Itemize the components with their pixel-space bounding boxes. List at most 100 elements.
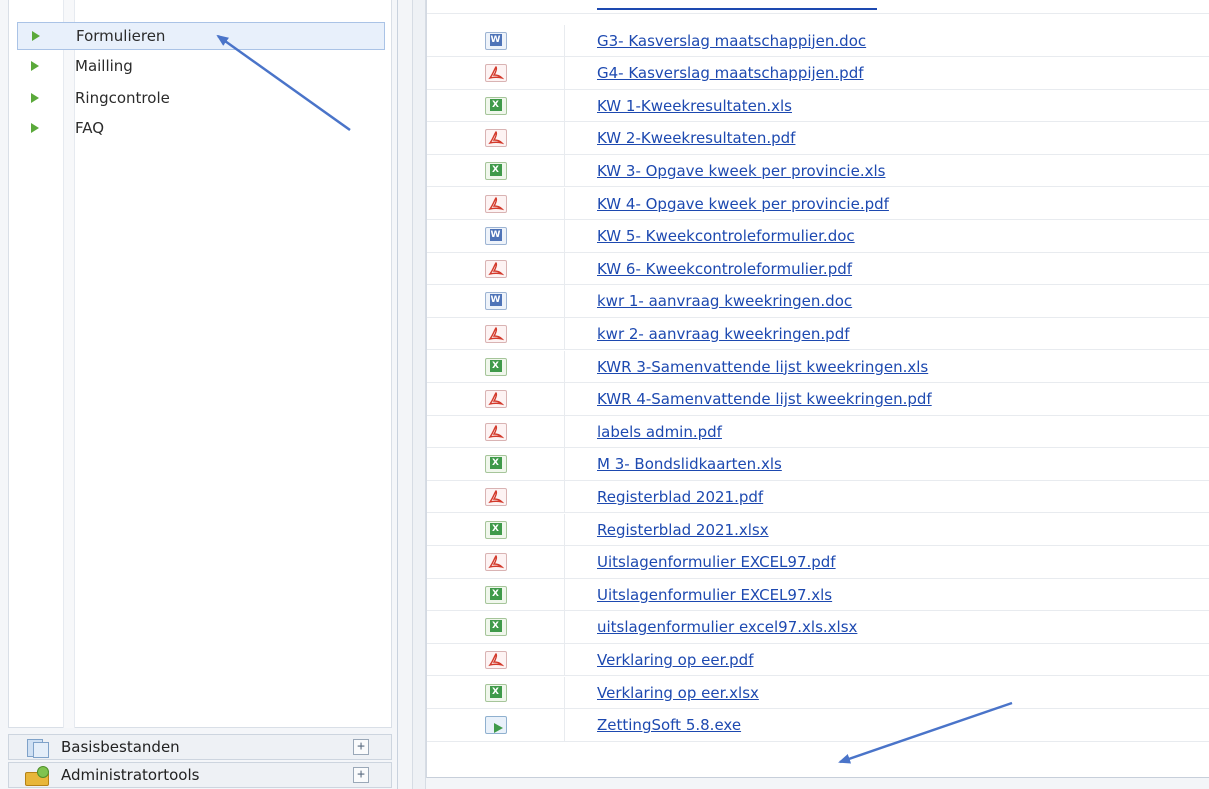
file-link[interactable]: KW 5- Kweekcontroleformulier.doc	[597, 227, 855, 245]
file-row[interactable]: Verklaring op eer.xlsx	[427, 676, 1209, 709]
splitter-gutter[interactable]	[412, 0, 426, 789]
file-icon-cell	[427, 57, 565, 90]
file-link[interactable]: Uitslagenformulier EXCEL97.xls	[597, 586, 832, 604]
exe-file-icon[interactable]	[484, 716, 507, 735]
file-icon-cell	[427, 611, 565, 644]
file-link[interactable]: G4- Kasverslag maatschappijen.pdf	[597, 64, 864, 82]
file-icon-cell	[427, 709, 565, 742]
xls-file-icon[interactable]	[484, 161, 507, 180]
pdf-file-icon[interactable]	[484, 390, 507, 409]
pdf-file-icon[interactable]	[484, 64, 507, 83]
file-link[interactable]: Uitslagenformulier EXCEL97.pdf	[597, 553, 836, 571]
file-link[interactable]: Registerblad 2021.xlsx	[597, 521, 769, 539]
sidebar-item-label: FAQ	[75, 119, 105, 137]
doc-file-icon[interactable]	[484, 227, 507, 246]
file-icon-cell	[427, 350, 565, 383]
file-link[interactable]: ZettingSoft 5.8.exe	[597, 716, 741, 734]
file-row[interactable]: ZettingSoft 5.8.exe	[427, 709, 1209, 742]
expand-arrow-icon[interactable]	[31, 61, 39, 71]
xls-file-icon[interactable]	[484, 683, 507, 702]
file-row[interactable]: G4- Kasverslag maatschappijen.pdf	[427, 57, 1209, 90]
xls-file-icon[interactable]	[484, 357, 507, 376]
file-row[interactable]: KW 6- Kweekcontroleformulier.pdf	[427, 252, 1209, 286]
xls-file-icon[interactable]	[484, 585, 507, 604]
file-icon-cell	[427, 154, 565, 187]
xls-file-icon[interactable]	[484, 618, 507, 637]
panel-basisbestanden[interactable]: Basisbestanden +	[8, 734, 392, 760]
xls-file-icon[interactable]	[484, 455, 507, 474]
pdf-file-icon[interactable]	[484, 650, 507, 669]
file-row[interactable]: KW 2-Kweekresultaten.pdf	[427, 122, 1209, 155]
file-row[interactable]: Verklaring op eer.pdf	[427, 643, 1209, 677]
sidebar-item-ringcontrole[interactable]: Ringcontrole	[17, 84, 385, 112]
file-link[interactable]: G3- Kasverslag maatschappijen.doc	[597, 32, 866, 50]
file-row[interactable]: M 3- Bondslidkaarten.xls	[427, 448, 1209, 481]
xls-file-icon[interactable]	[484, 520, 507, 539]
main-content: G3- Kasverslag maatschappijen.doc G4- Kas…	[398, 0, 1209, 789]
file-icon-cell	[427, 383, 565, 416]
pdf-file-icon[interactable]	[484, 129, 507, 148]
file-link[interactable]: labels admin.pdf	[597, 423, 722, 441]
expand-plus-icon[interactable]: +	[353, 739, 369, 755]
file-icon-cell	[427, 252, 565, 285]
file-row[interactable]: KWR 3-Samenvattende lijst kweekringen.xl…	[427, 350, 1209, 383]
expand-arrow-icon[interactable]	[31, 123, 39, 133]
file-row[interactable]: labels admin.pdf	[427, 415, 1209, 449]
sidebar-item-faq[interactable]: FAQ	[17, 114, 385, 142]
xls-file-icon[interactable]	[484, 96, 507, 115]
file-link[interactable]: Verklaring op eer.pdf	[597, 651, 753, 669]
file-row[interactable]: KW 3- Opgave kweek per provincie.xls	[427, 154, 1209, 188]
file-link[interactable]: KW 2-Kweekresultaten.pdf	[597, 129, 795, 147]
app-window: Formulieren Mailling Ringcontrole FAQ Ba…	[0, 0, 1209, 789]
file-row[interactable]: kwr 1- aanvraag kweekringen.doc	[427, 285, 1209, 318]
file-icon-cell	[427, 578, 565, 611]
file-row[interactable]: KW 5- Kweekcontroleformulier.doc	[427, 220, 1209, 253]
file-link[interactable]: uitslagenformulier excel97.xls.xlsx	[597, 618, 857, 636]
file-link[interactable]: KWR 4-Samenvattende lijst kweekringen.pd…	[597, 390, 932, 408]
file-link[interactable]: KWR 3-Samenvattende lijst kweekringen.xl…	[597, 358, 928, 376]
file-row[interactable]: KW 1-Kweekresultaten.xls	[427, 89, 1209, 123]
pdf-file-icon[interactable]	[484, 324, 507, 343]
pdf-file-icon[interactable]	[484, 259, 507, 278]
file-row[interactable]: kwr 2- aanvraag kweekringen.pdf	[427, 317, 1209, 351]
file-row[interactable]: KW 4- Opgave kweek per provincie.pdf	[427, 187, 1209, 220]
file-link[interactable]: M 3- Bondslidkaarten.xls	[597, 455, 782, 473]
file-row[interactable]: Uitslagenformulier EXCEL97.xls	[427, 578, 1209, 612]
sidebar-item-mailling[interactable]: Mailling	[17, 52, 385, 80]
pdf-file-icon[interactable]	[484, 194, 507, 213]
file-row[interactable]: G3- Kasverslag maatschappijen.doc	[427, 24, 1209, 57]
doc-file-icon[interactable]	[484, 31, 507, 50]
file-icon-cell	[427, 24, 565, 57]
file-icon-cell	[427, 415, 565, 448]
file-row[interactable]: Uitslagenformulier EXCEL97.pdf	[427, 546, 1209, 579]
file-link[interactable]: KW 3- Opgave kweek per provincie.xls	[597, 162, 885, 180]
file-icon-cell	[427, 546, 565, 579]
sidebar-item-label: Mailling	[75, 57, 133, 75]
file-icon-cell	[427, 513, 565, 546]
file-link[interactable]: kwr 2- aanvraag kweekringen.pdf	[597, 325, 850, 343]
file-row-partial	[427, 0, 1209, 14]
pdf-file-icon[interactable]	[484, 553, 507, 572]
file-link[interactable]: Verklaring op eer.xlsx	[597, 684, 759, 702]
doc-file-icon[interactable]	[484, 292, 507, 311]
file-row[interactable]: uitslagenformulier excel97.xls.xlsx	[427, 611, 1209, 644]
expand-arrow-icon[interactable]	[31, 93, 39, 103]
file-link[interactable]: Registerblad 2021.pdf	[597, 488, 763, 506]
panel-label: Administratortools	[61, 766, 200, 784]
pdf-file-icon[interactable]	[484, 487, 507, 506]
expand-plus-icon[interactable]: +	[353, 767, 369, 783]
file-list: G3- Kasverslag maatschappijen.doc G4- Kas…	[426, 0, 1209, 778]
sidebar-item-formulieren[interactable]: Formulieren	[17, 22, 385, 50]
file-row[interactable]: KWR 4-Samenvattende lijst kweekringen.pd…	[427, 383, 1209, 416]
file-link[interactable]: KW 6- Kweekcontroleformulier.pdf	[597, 260, 852, 278]
file-row[interactable]: Registerblad 2021.xlsx	[427, 513, 1209, 546]
file-icon-cell	[427, 676, 565, 709]
panel-administratortools[interactable]: Administratortools +	[8, 762, 392, 788]
file-row[interactable]: Registerblad 2021.pdf	[427, 480, 1209, 514]
file-link[interactable]: KW 1-Kweekresultaten.xls	[597, 97, 792, 115]
pdf-file-icon[interactable]	[484, 422, 507, 441]
file-link[interactable]: KW 4- Opgave kweek per provincie.pdf	[597, 195, 889, 213]
expand-arrow-icon[interactable]	[32, 31, 40, 41]
sidebar-item-label: Ringcontrole	[75, 89, 170, 107]
file-link[interactable]: kwr 1- aanvraag kweekringen.doc	[597, 292, 852, 310]
